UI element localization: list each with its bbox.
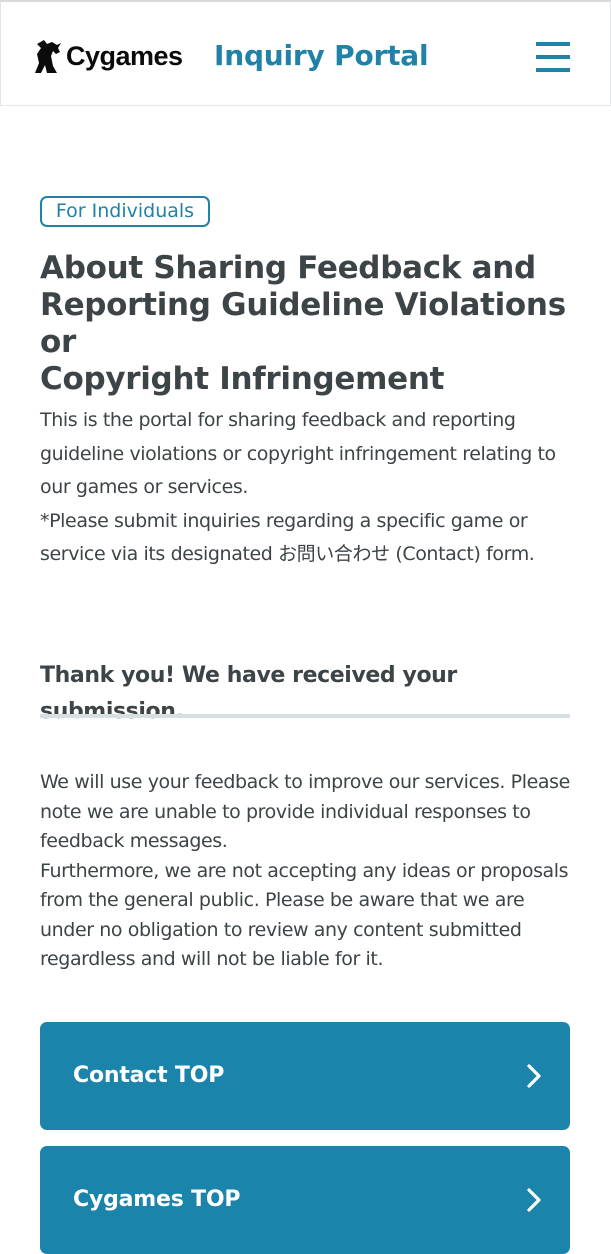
cygames-top-button[interactable]: Cygames TOP — [40, 1146, 570, 1254]
page-title-line: About Sharing Feedback and — [40, 250, 536, 286]
cygames-top-label: Cygames TOP — [73, 1187, 241, 1212]
hamburger-menu-icon[interactable] — [536, 42, 572, 72]
contact-top-button[interactable]: Contact TOP — [40, 1022, 570, 1130]
body-line: note we are unable to provide individual… — [40, 800, 531, 823]
portal-title[interactable]: Inquiry Portal — [214, 36, 429, 76]
confirmation-heading: Thank you! We have received your submiss… — [40, 663, 457, 724]
cygames-logo[interactable]: Cygames — [34, 36, 183, 76]
chevron-right-icon — [527, 1188, 541, 1212]
cygames-horse-logo-icon — [35, 40, 61, 73]
body-line: We will use your feedback to improve our… — [40, 771, 570, 793]
audience-badge: For Individuals — [40, 196, 210, 227]
contact-top-label: Contact TOP — [73, 1063, 225, 1088]
intro-line: This is the portal for sharing feedback … — [40, 409, 516, 431]
intro-text: This is the portal for sharing feedback … — [40, 404, 580, 572]
body-line: feedback messages. — [40, 830, 228, 852]
body-line: regardless and will not be liable for it… — [40, 948, 384, 970]
page-title-line: Copyright Infringement — [40, 361, 445, 397]
section-divider — [40, 714, 570, 718]
body-line: under no obligation to review any conten… — [40, 918, 522, 941]
body-line: from the general public. Please be aware… — [40, 889, 525, 911]
intro-line: service via its designated お問い合わせ (Conta… — [40, 543, 535, 565]
body-line: Furthermore, we are not accepting any id… — [40, 859, 569, 882]
chevron-right-icon — [527, 1064, 541, 1088]
logo-text: Cygames — [66, 40, 183, 71]
page-title: About Sharing Feedback and Reporting Gui… — [40, 250, 580, 398]
intro-line: guideline violations or copyright infrin… — [40, 442, 556, 465]
intro-line: our games or services. — [40, 476, 249, 498]
page-title-line: Reporting Guideline Violations or — [40, 287, 566, 360]
site-header: Cygames Inquiry Portal — [0, 0, 611, 106]
intro-line: *Please submit inquiries regarding a spe… — [40, 509, 528, 532]
confirmation-body: We will use your feedback to improve our… — [40, 768, 580, 975]
